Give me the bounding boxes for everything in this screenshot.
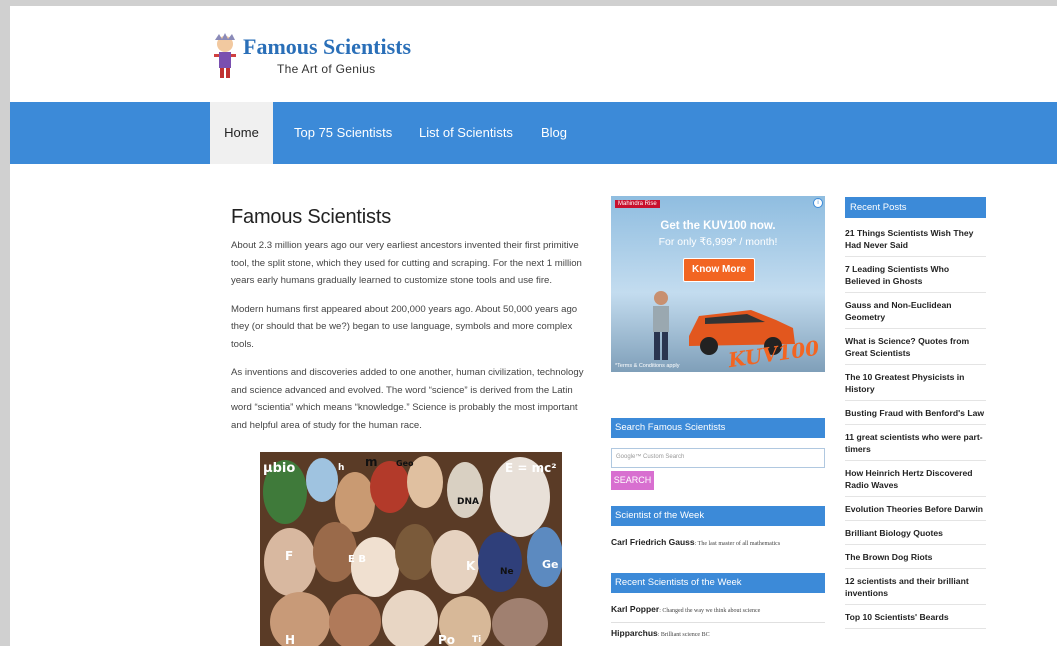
ad-headline: Get the KUV100 now. [660, 220, 776, 232]
recent-post-link[interactable]: The Brown Dog Riots [845, 551, 986, 569]
ad-know-more-button[interactable]: Know More [683, 258, 755, 282]
scientists-collage-image: μbio h m Geo E = mc² DNA E B F K Ne Ge H… [260, 452, 562, 646]
main-content: Famous Scientists About 2.3 million year… [231, 206, 591, 445]
page-frame: Famous Scientists The Art of Genius Home… [10, 6, 1057, 646]
recent-scientist-item[interactable]: Karl Popper: Changed the way we think ab… [611, 604, 760, 614]
recent-post-link[interactable]: What is Science? Quotes from Great Scien… [845, 335, 986, 365]
search-input[interactable]: Google™ Custom Search [611, 448, 825, 468]
recent-post-link[interactable]: Gauss and Non-Euclidean Geometry [845, 299, 986, 329]
recent-post-link[interactable]: 7 Leading Scientists Who Believed in Gho… [845, 263, 986, 293]
collage-label-ge: Ge [542, 558, 559, 571]
intro-paragraph-3: As inventions and discoveries added to o… [231, 367, 584, 431]
collage-label-emc2: E = mc² [505, 461, 556, 475]
ad-info-icon[interactable]: i [813, 198, 823, 208]
collage-label-k: K [466, 559, 476, 573]
scientist-of-week-desc: : The last master of all mathematics [694, 541, 781, 547]
ad-brand-logo: Mahindra Rise [615, 200, 660, 208]
collage-label-ti: Ti [472, 635, 481, 645]
collage-label-f: F [285, 549, 293, 563]
recent-post-link[interactable]: How Heinrich Hertz Discovered Radio Wave… [845, 467, 986, 497]
collage-label-eb: E B [348, 554, 366, 565]
recent-post-link[interactable]: Top 10 Scientists' Beards [845, 611, 986, 629]
site-tagline: The Art of Genius [277, 62, 376, 76]
ad-person-image [653, 291, 669, 360]
recent-scientist-name[interactable]: Karl Popper [611, 604, 659, 614]
collage-label-m: m [365, 455, 378, 469]
recent-scientist-desc: : Changed the way we think about science [659, 608, 761, 614]
ad-subline: For only ₹6,999* / month! [658, 236, 778, 248]
ad-terms: *Terms & Conditions apply [615, 363, 680, 369]
recent-posts-heading: Recent Posts [845, 197, 986, 218]
collage-label-geo: Geo [396, 459, 414, 468]
recent-post-link[interactable]: 12 scientists and their brilliant invent… [845, 575, 986, 605]
site-logo[interactable]: Famous Scientists The Art of Genius [210, 28, 470, 88]
recent-scientist-desc: : Brilliant science BC [657, 632, 710, 638]
collage-label-po: Po [438, 633, 455, 646]
nav-blog[interactable]: Blog [541, 102, 567, 164]
divider [611, 622, 825, 623]
scientist-of-week-name[interactable]: Carl Friedrich Gauss [611, 537, 695, 547]
car-advertisement[interactable]: Mahindra Rise i Get the KUV100 now. For … [611, 196, 825, 372]
recent-posts-list: 21 Things Scientists Wish They Had Never… [845, 227, 986, 635]
recent-post-link[interactable]: 11 great scientists who were part-timers [845, 431, 986, 461]
recent-scientist-item[interactable]: Hipparchus: Brilliant science BC [611, 628, 710, 638]
nav-list-of-scientists[interactable]: List of Scientists [419, 102, 513, 164]
recent-post-link[interactable]: Busting Fraud with Benford's Law [845, 407, 986, 425]
scientist-mascot-icon [214, 33, 236, 78]
search-widget-heading: Search Famous Scientists [611, 418, 825, 438]
site-title[interactable]: Famous Scientists [243, 34, 411, 60]
intro-paragraph-2: Modern humans first appeared about 200,0… [231, 303, 578, 350]
collage-label-h2: H [285, 633, 295, 646]
nav-home[interactable]: Home [210, 102, 273, 164]
scientist-of-week-entry[interactable]: Carl Friedrich Gauss: The last master of… [611, 537, 780, 547]
page-title: Famous Scientists [231, 206, 391, 228]
search-button[interactable]: SEARCH [611, 471, 654, 490]
collage-label-ne: Ne [500, 567, 514, 577]
nav-top-75-scientists[interactable]: Top 75 Scientists [294, 102, 392, 164]
recent-scientist-name[interactable]: Hipparchus [611, 628, 658, 638]
recent-post-link[interactable]: The 10 Greatest Physicists in History [845, 371, 986, 401]
recent-scientists-heading: Recent Scientists of the Week [611, 573, 825, 593]
recent-post-link[interactable]: Evolution Theories Before Darwin [845, 503, 986, 521]
collage-label-h: h [338, 463, 344, 473]
collage-label-mubio: μbio [263, 461, 295, 476]
recent-post-link[interactable]: 21 Things Scientists Wish They Had Never… [845, 227, 986, 257]
scientist-of-week-heading: Scientist of the Week [611, 506, 825, 526]
main-nav: Home Top 75 Scientists List of Scientist… [10, 102, 1057, 164]
collage-label-dna: DNA [457, 497, 479, 507]
collage-illustration: μbio h m Geo E = mc² DNA E B F K Ne Ge H… [260, 452, 562, 646]
recent-post-link[interactable]: Brilliant Biology Quotes [845, 527, 986, 545]
intro-paragraph-1: About 2.3 million years ago our very ear… [231, 240, 582, 286]
